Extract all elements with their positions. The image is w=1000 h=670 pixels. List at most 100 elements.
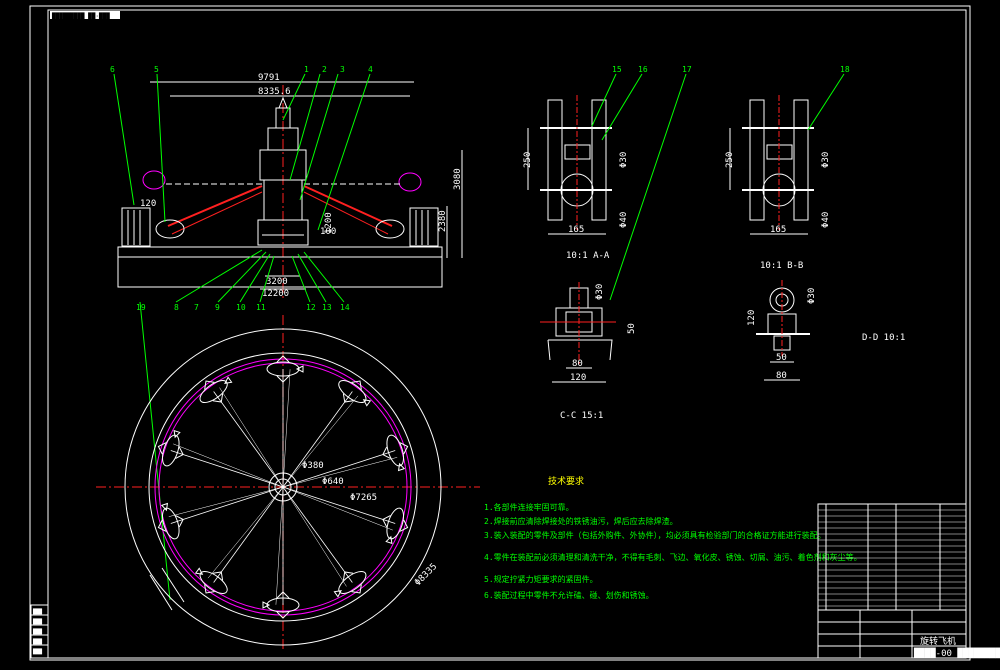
- dd-dim-w-b: 80: [776, 371, 787, 381]
- part-no-16: 16: [638, 65, 648, 74]
- cc-dia: Φ30: [595, 284, 605, 300]
- part-no-11: 11: [256, 303, 266, 312]
- right-pedestal: [409, 207, 439, 247]
- dim-inner-dia: Φ380: [302, 461, 324, 471]
- dd-dim-h: 120: [747, 310, 757, 326]
- dim-overall-width: 9791: [258, 73, 280, 83]
- part-no-15: 15: [612, 65, 622, 74]
- revision-label-4: ███: [32, 638, 43, 645]
- note-6: 6.装配过程中零件不允许磕、碰、划伤和锈蚀。: [484, 590, 654, 600]
- note-5: 5.规定拧紧力矩要求的紧固件。: [484, 574, 598, 584]
- dim-inner-height: 100: [320, 227, 336, 237]
- cabin: [382, 434, 409, 472]
- part-no-2: 2: [322, 65, 327, 74]
- part-no-13: 13: [322, 303, 332, 312]
- dim-right-height-b: 2380: [438, 210, 448, 232]
- spoke-brace: [282, 369, 291, 488]
- cabin-wings: [204, 376, 233, 403]
- cc-caption: C-C 15:1: [560, 411, 603, 421]
- cabin-wings: [333, 571, 362, 598]
- title-block-name: 旋转飞机: [920, 635, 956, 647]
- spoke-brace: [219, 387, 284, 488]
- dd-dim-w-a: 50: [776, 353, 787, 363]
- spoke: [213, 391, 284, 488]
- cc-dim-w-a: 80: [572, 359, 583, 369]
- part-no-5: 5: [154, 65, 159, 74]
- bb-dia-b: Φ40: [821, 212, 831, 228]
- cabin-wings: [157, 502, 184, 532]
- part-no-18: 18: [840, 65, 850, 74]
- revision-label-1: ███: [32, 608, 43, 615]
- bb-caption: 10:1 B-B: [760, 261, 803, 271]
- header-stamp-text: █████████ ██·███: [51, 12, 110, 20]
- right-cabin: [375, 219, 405, 239]
- spoke-brace: [275, 486, 284, 605]
- aa-dia-a: Φ30: [619, 152, 629, 168]
- dd-caption: D-D 10:1: [862, 333, 905, 343]
- aa-dia-b: Φ40: [619, 212, 629, 228]
- title-block: 旋转飞机 ████-00 ████████ 0: [817, 609, 1000, 659]
- right-cabin-swung: [398, 172, 422, 192]
- spoke: [282, 486, 396, 524]
- drawing-canvas: █████████ ██·███ ███ ███ ███ ███ ███ 979…: [29, 5, 1000, 661]
- section-aa: 250 165 Φ30 Φ40 10:1 A-A 15 16 17: [523, 65, 692, 301]
- aa-caption: 10:1 A-A: [566, 251, 610, 261]
- aa-dim-h: 250: [523, 152, 533, 168]
- spoke-brace: [282, 395, 359, 488]
- revision-block: ███ ███ ███ ███ ███: [30, 604, 49, 659]
- spoke-brace: [173, 443, 284, 488]
- dim-center-width-b: 12200: [262, 289, 289, 299]
- dim-wheel-dia: Φ7265: [350, 493, 377, 503]
- note-1: 1.各部件连接牢固可靠。: [484, 502, 574, 512]
- revision-label-3: ███: [32, 628, 43, 635]
- cabin-wings: [382, 442, 409, 472]
- left-cabin-swung: [142, 170, 166, 190]
- dim-right-height: 3080: [453, 168, 463, 190]
- spoke: [282, 486, 353, 583]
- part-no-3: 3: [340, 65, 345, 74]
- spoke-brace: [282, 486, 347, 587]
- note-4: 4.零件在装配前必须清理和清洗干净，不得有毛刺、飞边、氧化皮、锈蚀、切屑、油污、…: [484, 552, 862, 562]
- title-block-drawing-no: ████-00 ████████ 0: [913, 647, 1000, 659]
- left-cabin: [155, 219, 185, 239]
- bb-dim-h: 250: [725, 152, 735, 168]
- dim-center-width-a: 3200: [266, 277, 288, 287]
- dim-outer-dia: Φ8335: [413, 562, 439, 588]
- part-no-1: 1: [304, 65, 309, 74]
- part-no-8: 8: [174, 303, 179, 312]
- part-no-4: 4: [368, 65, 373, 74]
- revision-label-5: ███: [32, 648, 43, 655]
- cc-dim-h: 50: [627, 323, 637, 334]
- left-pedestal: [121, 207, 151, 247]
- part-no-14: 14: [340, 303, 350, 312]
- part-no-12: 12: [306, 303, 316, 312]
- dim-upper-width: 8335.6: [258, 87, 291, 97]
- bb-dim-w: 165: [770, 225, 786, 235]
- dim-hub-dia: Φ640: [322, 477, 344, 487]
- notes-title: 技术要求: [548, 475, 584, 487]
- note-3: 3.装入装配的零件及部件（包括外购件、外协件），均必须具有检验部门的合格证方能进…: [484, 530, 826, 540]
- spoke-brace: [168, 486, 284, 517]
- technical-notes: 技术要求 1.各部件连接牢固可靠。 2.焊接前应清除焊接处的铁锈油污，焊后应去除…: [484, 475, 862, 600]
- part-no-7: 7: [194, 303, 199, 312]
- section-cc: 80 120 50 Φ30 C-C 15:1: [540, 282, 637, 421]
- section-bb: 250 165 Φ30 Φ40 10:1 B-B 18: [725, 65, 850, 271]
- revision-label-2: ███: [32, 618, 43, 625]
- cc-dim-w-b: 120: [570, 373, 586, 383]
- part-no-17: 17: [682, 65, 692, 74]
- cabin: [157, 502, 184, 540]
- spoke-brace: [207, 486, 284, 579]
- aa-dim-w: 165: [568, 225, 584, 235]
- dd-dia: Φ30: [807, 288, 817, 304]
- part-no-19: 19: [136, 303, 146, 312]
- note-2: 2.焊接前应清除焊接处的铁锈油污，焊后应去除焊渣。: [484, 516, 678, 526]
- dim-left-offset: 120: [140, 199, 156, 209]
- bb-dia-a: Φ30: [821, 152, 831, 168]
- spoke: [213, 486, 284, 583]
- spoke: [282, 391, 353, 488]
- spoke: [170, 486, 284, 524]
- part-no-6: 6: [110, 65, 115, 74]
- part-no-10: 10: [236, 303, 246, 312]
- section-dd: 50 80 120 Φ30 D-D 10:1: [747, 280, 905, 381]
- spoke: [170, 450, 284, 488]
